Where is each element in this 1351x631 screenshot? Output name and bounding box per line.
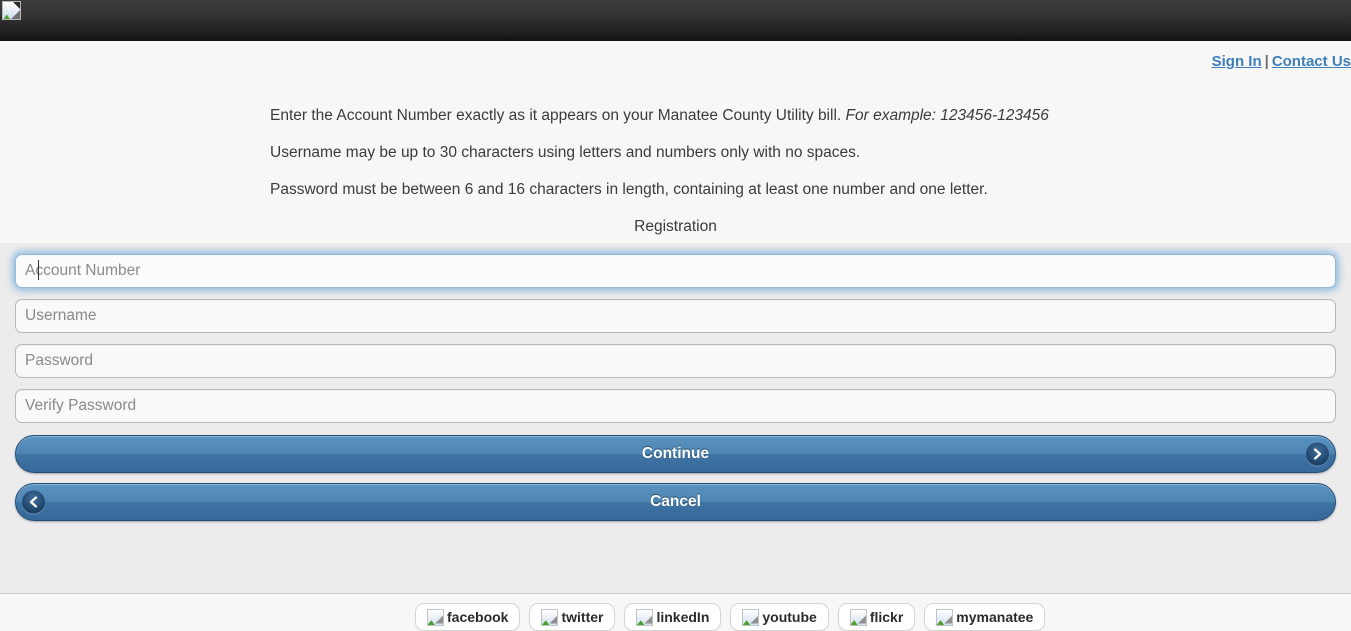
sign-in-link[interactable]: Sign In: [1212, 53, 1262, 70]
cancel-button-label: Cancel: [650, 493, 701, 510]
social-button-twitter-label: twitter: [561, 609, 604, 625]
text-cursor: [38, 260, 39, 280]
instruction-line-1: Enter the Account Number exactly as it a…: [270, 106, 1270, 125]
links-separator: |: [1264, 53, 1269, 70]
linkedin-broken-image-icon: [636, 608, 654, 626]
instructions-block: Enter the Account Number exactly as it a…: [270, 106, 1270, 217]
account-links: Sign In | Contact Us: [1212, 53, 1351, 70]
username-input[interactable]: [15, 299, 1336, 333]
social-button-linkedin[interactable]: linkedIn: [624, 603, 722, 631]
instruction-line-1-text: Enter the Account Number exactly as it a…: [270, 107, 846, 124]
password-input[interactable]: [15, 344, 1336, 378]
continue-button[interactable]: Continue: [15, 435, 1336, 473]
social-button-facebook[interactable]: facebook: [415, 603, 521, 631]
chevron-left-icon: [22, 490, 45, 514]
social-button-flickr[interactable]: flickr: [837, 603, 916, 631]
social-button-linkedin-label: linkedIn: [656, 609, 710, 625]
account-number-field-wrap: [15, 254, 1336, 288]
contact-us-link[interactable]: Contact Us: [1272, 53, 1351, 70]
social-button-youtube-label: youtube: [762, 609, 817, 625]
social-links-row: facebook twitter linkedIn youtube flickr: [415, 603, 1046, 631]
site-header-bar: [0, 0, 1351, 41]
instruction-line-2-text: Username may be up to 30 characters usin…: [270, 144, 861, 161]
social-button-facebook-label: facebook: [447, 609, 509, 625]
account-number-input[interactable]: [15, 254, 1336, 288]
username-field-wrap: [15, 299, 1336, 333]
site-footer: facebook twitter linkedIn youtube flickr: [0, 594, 1351, 631]
youtube-broken-image-icon: [742, 608, 760, 626]
social-button-twitter[interactable]: twitter: [529, 603, 616, 631]
instruction-line-3-text: Password must be between 6 and 16 charac…: [270, 181, 988, 198]
mymanatee-broken-image-icon: [936, 608, 954, 626]
continue-button-label: Continue: [641, 445, 710, 462]
verify-password-field-wrap: [15, 389, 1336, 423]
social-button-mymanatee[interactable]: mymanatee: [924, 603, 1046, 631]
site-logo-broken-image-icon: [2, 1, 21, 20]
social-button-youtube[interactable]: youtube: [730, 603, 829, 631]
password-field-wrap: [15, 344, 1336, 378]
twitter-broken-image-icon: [541, 608, 559, 626]
flickr-broken-image-icon: [849, 608, 867, 626]
registration-form-panel: Continue Cancel: [0, 243, 1351, 594]
chevron-right-icon: [1306, 442, 1329, 466]
registration-title: Registration: [634, 218, 717, 235]
instruction-line-2: Username may be up to 30 characters usin…: [270, 143, 1270, 162]
facebook-broken-image-icon: [427, 608, 444, 626]
instruction-line-1-example: For example: 123456-123456: [845, 107, 1049, 124]
social-button-flickr-label: flickr: [869, 609, 904, 625]
cancel-button[interactable]: Cancel: [15, 483, 1336, 521]
instruction-line-3: Password must be between 6 and 16 charac…: [270, 180, 1270, 199]
social-button-mymanatee-label: mymanatee: [956, 609, 1034, 625]
verify-password-input[interactable]: [15, 389, 1336, 423]
